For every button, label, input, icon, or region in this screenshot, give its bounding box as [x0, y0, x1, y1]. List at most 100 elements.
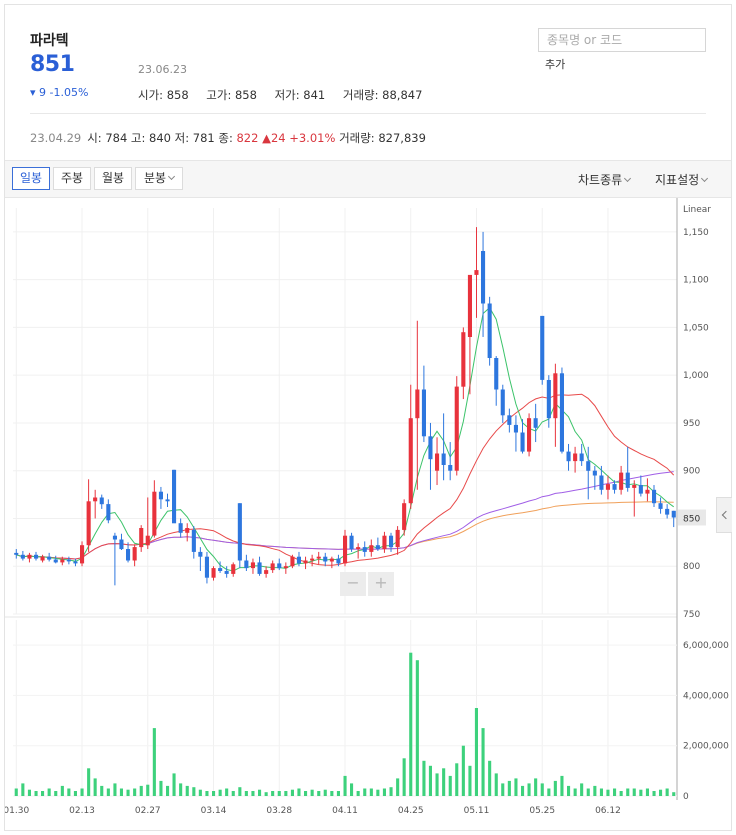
volume-bar — [442, 768, 446, 796]
chart-type-label: 차트종류 — [578, 173, 623, 187]
chart-type-menu[interactable]: 차트종류 — [578, 171, 632, 188]
candle-body — [231, 564, 236, 574]
price-tag-label: 850 — [683, 515, 700, 525]
candle-body — [441, 453, 446, 465]
candle-body — [165, 499, 170, 502]
tab-daily[interactable]: 일봉 — [12, 167, 50, 190]
candle-body — [73, 561, 78, 564]
add-button[interactable]: 추가 — [545, 56, 566, 72]
stock-search-input[interactable] — [538, 28, 706, 52]
x-tick-label: 05.25 — [529, 806, 555, 816]
candle-body — [533, 418, 538, 428]
y-tick-label: 900 — [683, 467, 700, 477]
volume-bar — [474, 708, 478, 796]
candle-body — [461, 332, 466, 387]
volume-bar — [284, 791, 288, 796]
volume-bar — [172, 773, 176, 796]
volume-bar — [672, 792, 676, 796]
volume-bar — [159, 780, 163, 796]
volume-bar — [106, 788, 110, 796]
volume-bar — [553, 780, 557, 796]
x-tick-label: 04.25 — [398, 806, 424, 816]
candle-body — [191, 529, 196, 552]
candle-body — [237, 503, 242, 561]
candle-body — [467, 274, 472, 337]
volume-bar — [606, 789, 610, 796]
volume-bar — [73, 791, 77, 796]
volume-bar — [593, 785, 597, 796]
candle-body — [277, 563, 282, 569]
candle-body — [93, 497, 98, 502]
volume-bar — [481, 728, 485, 796]
candle-body — [40, 556, 45, 561]
volume-bar — [330, 791, 334, 796]
candle-body — [375, 545, 380, 549]
candle-body — [395, 529, 400, 548]
candle-body — [435, 453, 440, 471]
volume-bar — [244, 791, 248, 796]
volume-bar — [258, 789, 262, 796]
candle-body — [303, 560, 308, 564]
volume-bar — [198, 789, 202, 796]
volume-bar — [251, 791, 255, 796]
quote-date: 23.06.23 — [138, 63, 187, 76]
volume-bar — [659, 789, 663, 796]
volume-bar — [185, 785, 189, 796]
volume-bar — [297, 788, 301, 796]
volume-bar — [435, 773, 439, 796]
candle-body — [592, 470, 597, 476]
indicator-settings-menu[interactable]: 지표설정 — [655, 171, 709, 188]
collapse-panel-button[interactable] — [716, 497, 732, 533]
candle-body — [356, 547, 361, 549]
candle-body — [454, 386, 459, 471]
zoom-in-button[interactable]: + — [368, 572, 394, 596]
candle-body — [619, 472, 624, 490]
volume-bar — [218, 789, 222, 796]
tab-weekly[interactable]: 주봉 — [53, 167, 91, 190]
candle-body — [60, 559, 65, 563]
volume-bar — [343, 775, 347, 796]
high-value: 고가: 858 — [206, 88, 257, 102]
volume-bar — [290, 789, 294, 796]
candle-body — [349, 535, 354, 550]
volume-bar — [231, 791, 235, 796]
candle-body — [573, 453, 578, 462]
candle-body — [527, 418, 532, 452]
tab-monthly[interactable]: 월봉 — [94, 167, 132, 190]
volume-bar — [277, 791, 281, 796]
ohlc-summary: 시가: 858 고가: 858 저가: 841 거래량: 88,847 — [138, 87, 436, 103]
candle-body — [106, 504, 111, 521]
candle-body — [80, 545, 85, 564]
candle-body — [586, 461, 591, 471]
volume-bar — [376, 789, 380, 796]
volume-tick-label: 0 — [683, 792, 689, 802]
volume-bar — [369, 788, 373, 796]
zoom-out-button[interactable]: − — [340, 572, 366, 596]
candle-body — [389, 535, 394, 548]
candle-body — [540, 315, 545, 380]
y-tick-label: 1,050 — [683, 323, 709, 333]
volume-bar — [652, 791, 656, 796]
candle-body — [579, 453, 584, 462]
candle-body — [638, 485, 643, 494]
volume-bar — [415, 660, 419, 796]
candle-body — [178, 523, 183, 533]
candle-body — [185, 528, 190, 533]
volume-bar — [310, 789, 314, 796]
tab-minute-label: 분봉 — [143, 171, 167, 185]
candle-body — [290, 556, 295, 567]
candle-body — [198, 551, 203, 557]
x-tick-label: 02.13 — [69, 806, 95, 816]
candle-body — [14, 552, 19, 555]
candle-body — [244, 560, 249, 569]
y-tick-label: 950 — [683, 419, 700, 429]
candle-body — [316, 556, 321, 559]
volume-bar — [619, 791, 623, 796]
candlestick-chart[interactable]: 750 800 850 900 950 1,000 1,050 1,100 1,150 01.30… — [5, 198, 731, 828]
tab-minute[interactable]: 분봉 — [135, 167, 183, 190]
volume-bar — [126, 789, 130, 796]
candle-body — [632, 485, 637, 488]
candle-body — [415, 389, 420, 419]
open-value: 시가: 858 — [138, 88, 189, 102]
volume-tick-label: 4,000,000 — [683, 691, 729, 701]
